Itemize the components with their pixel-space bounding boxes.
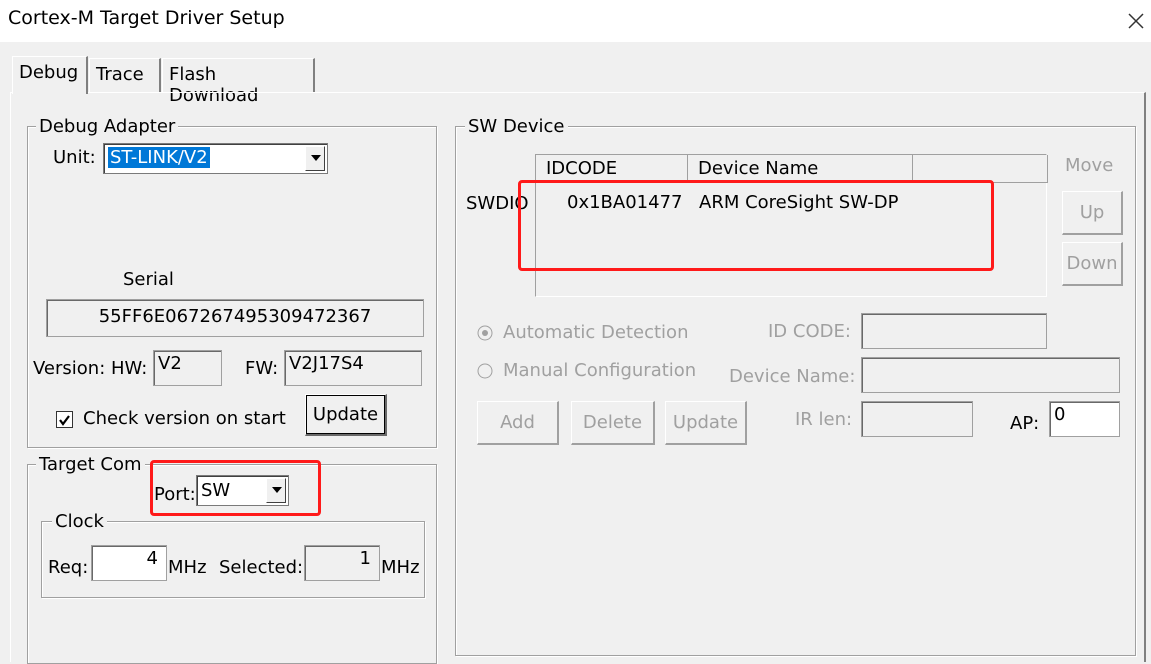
id-code-label: ID CODE: <box>768 321 851 342</box>
check-version-label: Check version on start <box>83 408 286 429</box>
move-down-button[interactable]: Down <box>1062 242 1123 286</box>
title-bar: Cortex-M Target Driver Setup <box>0 0 1151 42</box>
automatic-detection-radio[interactable] <box>477 325 493 341</box>
up-button-label: Up <box>1079 202 1105 223</box>
serial-field: 55FF6E067267495309472367 <box>46 299 424 337</box>
annotation-highlight-port <box>150 460 321 516</box>
ap-input[interactable]: 0 <box>1049 401 1120 437</box>
clock-label: Clock <box>52 511 107 532</box>
device-name-field[interactable] <box>861 357 1120 393</box>
tab-flash-download[interactable]: Flash Download <box>162 58 315 106</box>
update-device-button[interactable]: Update <box>665 401 747 445</box>
id-code-field[interactable] <box>861 313 1047 349</box>
manual-configuration-label: Manual Configuration <box>503 360 697 381</box>
unit-label: Unit: <box>53 147 96 168</box>
update-button-label: Update <box>312 404 379 425</box>
dropdown-arrow[interactable] <box>305 146 325 171</box>
check-version-checkbox[interactable] <box>56 411 73 428</box>
req-mhz-label: MHz <box>168 557 207 578</box>
req-input[interactable]: 4 <box>91 545 167 581</box>
hw-version-field: V2 <box>153 350 222 386</box>
window-title: Cortex-M Target Driver Setup <box>8 7 285 29</box>
serial-label: Serial <box>123 269 174 290</box>
checkmark-icon <box>59 415 70 426</box>
update-device-button-label: Update <box>672 412 739 433</box>
ir-len-label: IR len: <box>795 409 853 430</box>
selected-mhz-label: MHz <box>381 557 420 578</box>
column-header-label: IDCODE <box>546 158 618 179</box>
annotation-highlight-device <box>518 180 994 271</box>
column-header-device-name[interactable]: Device Name <box>688 155 913 183</box>
tab-debug[interactable]: Debug <box>12 56 88 94</box>
ap-label: AP: <box>1010 413 1040 434</box>
tab-trace[interactable]: Trace <box>89 58 161 92</box>
move-label: Move <box>1065 155 1114 176</box>
delete-button-label: Delete <box>582 412 643 433</box>
chevron-down-icon <box>311 155 321 161</box>
manual-configuration-radio[interactable] <box>477 363 493 379</box>
unit-select-value: ST-LINK/V2 <box>108 147 210 168</box>
tab-label: Trace <box>96 64 144 85</box>
column-header-label: Device Name <box>698 158 819 179</box>
selected-field: 1 <box>304 545 380 581</box>
req-label: Req: <box>48 557 89 578</box>
selected-label: Selected: <box>219 557 304 578</box>
debug-adapter-label: Debug Adapter <box>36 116 179 137</box>
unit-select[interactable]: ST-LINK/V2 <box>103 143 328 174</box>
fw-version-field: V2J17S4 <box>284 350 422 386</box>
update-button[interactable]: Update <box>305 394 387 436</box>
version-hw-label: Version: HW: <box>33 358 148 379</box>
down-button-label: Down <box>1066 253 1118 274</box>
tab-label: Debug <box>19 62 79 83</box>
ir-len-field[interactable] <box>861 401 973 437</box>
fw-label: FW: <box>245 358 279 379</box>
close-icon[interactable] <box>1120 4 1150 34</box>
add-button[interactable]: Add <box>477 401 559 445</box>
move-up-button[interactable]: Up <box>1062 191 1123 235</box>
sw-device-label: SW Device <box>465 116 568 137</box>
target-com-label: Target Com <box>36 454 145 475</box>
column-header-empty <box>913 155 1048 183</box>
column-header-idcode[interactable]: IDCODE <box>536 155 688 183</box>
automatic-detection-label: Automatic Detection <box>503 322 689 343</box>
add-button-label: Add <box>500 412 535 433</box>
device-name-label: Device Name: <box>729 366 856 387</box>
delete-button[interactable]: Delete <box>571 401 655 445</box>
